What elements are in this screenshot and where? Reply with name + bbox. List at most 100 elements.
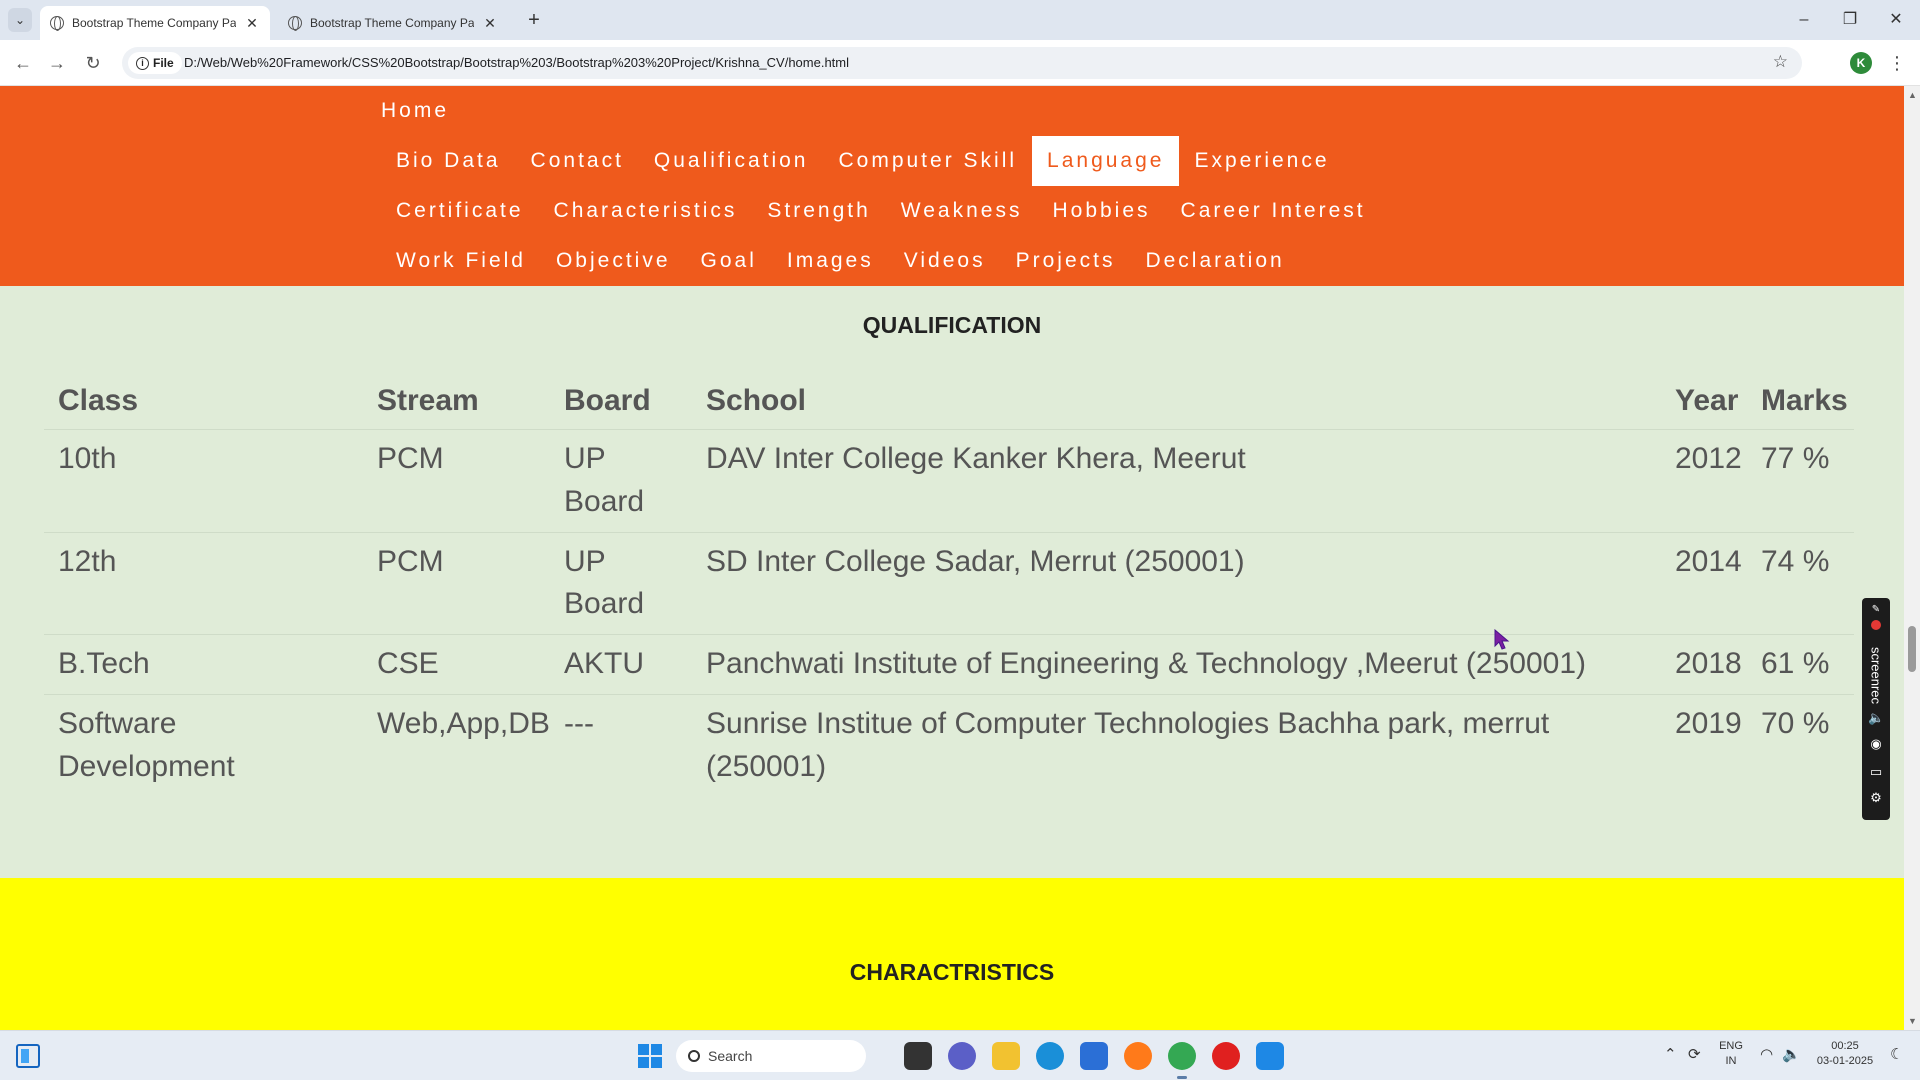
nav-link-contact[interactable]: Contact [516, 136, 639, 186]
profile-avatar[interactable]: K [1850, 52, 1872, 74]
task-view-icon[interactable] [904, 1042, 932, 1070]
cell-stream: PCM [377, 545, 444, 578]
cell-marks: 61 % [1761, 647, 1830, 680]
sync-icon[interactable]: ⟳ [1688, 1045, 1701, 1063]
cell-year: 2012 [1675, 442, 1742, 475]
nav-link-images[interactable]: Images [772, 236, 889, 286]
scroll-up-icon[interactable]: ▲ [1908, 90, 1917, 100]
minimize-button[interactable]: – [1786, 6, 1822, 34]
language-indicator[interactable]: ENG IN [1716, 1039, 1746, 1069]
record-icon[interactable] [1871, 620, 1881, 630]
nav-link-career-interest[interactable]: Career Interest [1166, 186, 1381, 236]
taskbar-search[interactable]: Search [676, 1040, 866, 1072]
scroll-down-icon[interactable]: ▼ [1908, 1016, 1917, 1026]
nav-link-characteristics[interactable]: Characteristics [539, 186, 753, 236]
forward-icon[interactable]: → [44, 50, 70, 76]
nav-link-hobbies[interactable]: Hobbies [1037, 186, 1165, 236]
lang-bottom: IN [1725, 1055, 1737, 1067]
cell-class: 12th [58, 545, 117, 578]
tab-search-button[interactable]: ⌄ [8, 8, 32, 32]
close-window-button[interactable]: ✕ [1878, 6, 1914, 34]
site-info-chip[interactable]: i File [128, 52, 182, 74]
vscode-icon[interactable] [1256, 1042, 1284, 1070]
globe-icon [50, 16, 64, 31]
nav-link-experience[interactable]: Experience [1179, 136, 1344, 186]
nav-link-qualification[interactable]: Qualification [639, 136, 824, 186]
nav-home-link[interactable]: Home [381, 99, 449, 123]
cell-marks: 70 % [1761, 707, 1830, 740]
nav-link-bio-data[interactable]: Bio Data [381, 136, 516, 186]
widgets-icon[interactable] [16, 1044, 40, 1068]
new-tab-button[interactable]: + [522, 8, 546, 32]
browser-tab-active[interactable]: Bootstrap Theme Company Pa ✕ [40, 6, 270, 40]
cell-year: 2014 [1675, 545, 1742, 578]
clock[interactable]: 00:25 03-01-2025 [1810, 1039, 1880, 1069]
clock-time: 00:25 [1831, 1040, 1859, 1052]
opera-icon[interactable] [1212, 1042, 1240, 1070]
screenrec-label: screenrec [1868, 646, 1884, 705]
reload-icon[interactable]: ↻ [80, 50, 106, 76]
speaker-icon[interactable]: 🔈 [1868, 710, 1884, 726]
nav-link-objective[interactable]: Objective [541, 236, 686, 286]
nav-link-strength[interactable]: Strength [752, 186, 885, 236]
screen-icon[interactable]: ▭ [1868, 764, 1884, 780]
taskbar-search-label: Search [708, 1048, 753, 1064]
back-icon[interactable]: ← [10, 50, 36, 76]
search-icon [688, 1050, 700, 1062]
nav-row-3: Work Field Objective Goal Images Videos … [381, 236, 1300, 286]
header-stream: Stream [377, 384, 479, 417]
nav-link-projects[interactable]: Projects [1001, 236, 1131, 286]
header-class: Class [58, 384, 139, 417]
webcam-icon[interactable]: ◉ [1868, 736, 1884, 752]
tray-chevron-icon[interactable]: ⌃ [1664, 1045, 1677, 1063]
nav-link-weakness[interactable]: Weakness [886, 186, 1038, 236]
site-navbar: Home Bio Data Contact Qualification Comp… [0, 86, 1904, 286]
nav-link-certificate[interactable]: Certificate [381, 186, 539, 236]
start-windows-icon[interactable] [638, 1044, 662, 1068]
omnibox[interactable]: i File D:/Web/Web%20Framework/CSS%20Boot… [122, 47, 1802, 79]
file-explorer-icon[interactable] [992, 1042, 1020, 1070]
volume-icon[interactable]: 🔈 [1782, 1045, 1801, 1063]
nav-link-language[interactable]: Language [1032, 136, 1180, 186]
qualification-title: QUALIFICATION [862, 312, 1042, 338]
table-row: 12th PCM UP Board SD Inter College Sadar… [44, 533, 1854, 635]
cell-year: 2019 [1675, 707, 1742, 740]
cell-board: UP [564, 545, 606, 578]
mouse-cursor-icon [1494, 629, 1510, 650]
screenrec-widget[interactable]: ✎ screenrec 🔈 ◉ ▭ ⚙ [1862, 598, 1890, 820]
page-viewport: Home Bio Data Contact Qualification Comp… [0, 86, 1904, 1030]
cell-school: SD Inter College Sadar, Merrut (250001) [706, 545, 1245, 578]
table-row: B.Tech CSE AKTU Panchwati Institute of E… [44, 635, 1854, 695]
nav-link-declaration[interactable]: Declaration [1130, 236, 1299, 286]
cell-class: B.Tech [58, 647, 150, 680]
restore-button[interactable]: ❐ [1832, 6, 1868, 34]
wifi-icon[interactable]: ◠ [1760, 1045, 1773, 1063]
tab-close-icon[interactable]: ✕ [244, 15, 260, 32]
settings-gear-icon[interactable]: ⚙ [1868, 790, 1884, 806]
bookmark-star-icon[interactable]: ☆ [1773, 52, 1788, 72]
chat-icon[interactable] [948, 1042, 976, 1070]
store-icon[interactable] [1080, 1042, 1108, 1070]
tab-close-icon[interactable]: ✕ [482, 15, 498, 32]
table-row: Software Development Web,App,DB --- Sunr… [44, 695, 1854, 795]
edge-browser-icon[interactable] [1036, 1042, 1064, 1070]
nav-link-work-field[interactable]: Work Field [381, 236, 541, 286]
notification-icon[interactable]: ☾ [1890, 1045, 1903, 1063]
nav-link-computer-skill[interactable]: Computer Skill [823, 136, 1032, 186]
page-scrollbar[interactable]: ▲ ▼ [1904, 86, 1920, 1030]
url-text[interactable]: D:/Web/Web%20Framework/CSS%20Bootstrap/B… [184, 55, 849, 70]
browser-tab[interactable]: Bootstrap Theme Company Pa ✕ [278, 6, 508, 40]
clock-date: 03-01-2025 [1816, 1055, 1874, 1067]
nav-link-videos[interactable]: Videos [889, 236, 1001, 286]
cell-school: Sunrise Institue of Computer Technologie… [706, 707, 1550, 740]
scrollbar-thumb[interactable] [1908, 626, 1916, 672]
lang-top: ENG [1719, 1040, 1743, 1052]
firefox-icon[interactable] [1124, 1042, 1152, 1070]
tab-title: Bootstrap Theme Company Pa [72, 16, 236, 30]
header-school: School [706, 384, 807, 417]
chrome-icon[interactable] [1168, 1042, 1196, 1079]
info-icon: i [136, 56, 149, 70]
browser-menu-icon[interactable]: ⋮ [1888, 50, 1906, 76]
nav-link-goal[interactable]: Goal [686, 236, 772, 286]
pen-icon[interactable]: ✎ [1868, 602, 1884, 618]
